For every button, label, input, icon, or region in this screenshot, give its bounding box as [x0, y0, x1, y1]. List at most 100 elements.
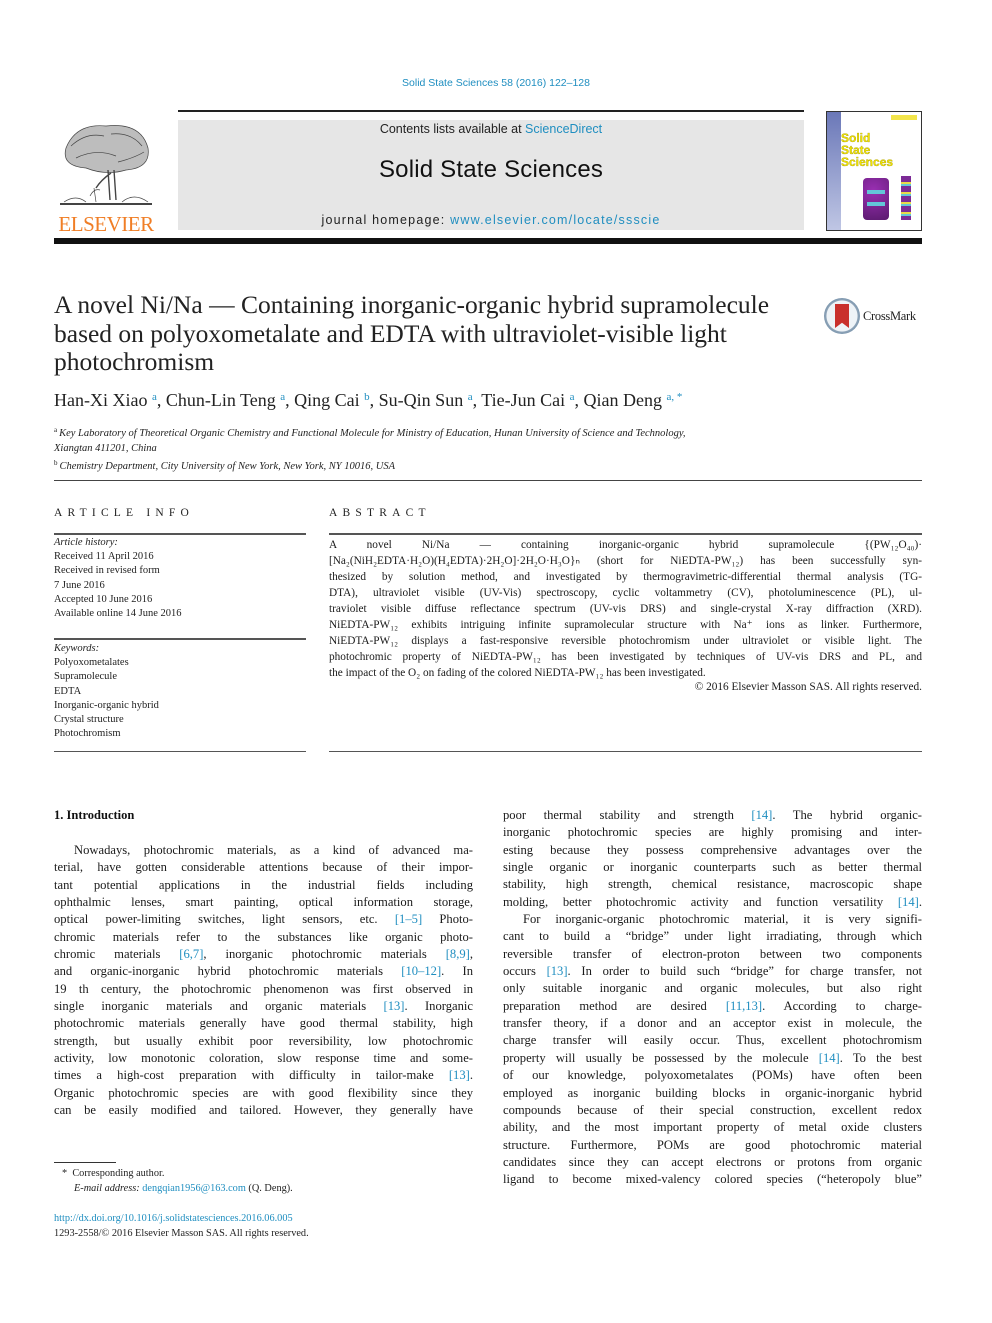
body-text-line: single inorganic materials and organic m…: [54, 999, 473, 1014]
citation-link[interactable]: [8,9]: [446, 947, 470, 961]
cover-title: Solid State Sciences: [841, 132, 893, 168]
author-name[interactable]: Chun-Lin Teng: [166, 390, 276, 410]
email-link[interactable]: dengqian1956@163.com: [142, 1183, 246, 1194]
body-text-line: property will usually be possessed by th…: [503, 1050, 922, 1065]
body-text-line: only suitable inorganic and organic mole…: [503, 981, 922, 996]
body-text-line: terial, have gotten considerable attenti…: [54, 860, 473, 875]
body-text-line: of our knowledge, polyoxometalates (POMs…: [503, 1068, 922, 1083]
affiliation-mark[interactable]: b: [364, 391, 370, 403]
affiliation-mark[interactable]: a: [468, 391, 473, 403]
citation-link[interactable]: [6,7]: [179, 947, 203, 961]
abstract-line: NiEDTA-PW₁₂ displays a fast-responsive r…: [329, 635, 922, 647]
divider: [329, 751, 922, 752]
email-label: E-mail address:: [74, 1183, 140, 1194]
crossmark-button[interactable]: CrossMark: [824, 296, 922, 336]
citation-link[interactable]: [13]: [547, 964, 568, 978]
body-text-line: and organic-inorganic hybrid photochromi…: [54, 964, 473, 979]
author-name[interactable]: Qian Deng: [584, 390, 662, 410]
author-name[interactable]: Tie-Jun Cai: [481, 390, 565, 410]
citation-link[interactable]: [13]: [449, 1068, 470, 1082]
abstract-text: A novel Ni/Na — containing inorganic-org…: [329, 537, 922, 681]
history-item: Received in revised form: [54, 565, 160, 577]
body-text-line: charge transfer will easily occur. Thus,…: [503, 1033, 922, 1048]
body-text-line: times a high-cost preparation with diffi…: [54, 1068, 473, 1083]
body-text-line: inorganic photochromic species are highl…: [503, 825, 922, 840]
body-text-line: activity, low monotonic coloration, slow…: [54, 1051, 473, 1066]
citation-link[interactable]: [14]: [819, 1051, 840, 1065]
body-text-line: structure. Furthermore, POMs are good ph…: [503, 1137, 922, 1152]
affiliation-mark: b: [54, 459, 58, 467]
abstract-heading: ABSTRACT: [329, 507, 431, 519]
affiliation-mark[interactable]: a, *: [667, 391, 683, 403]
body-text-line: photochromic materials generally have go…: [54, 1016, 473, 1031]
keyword-item: EDTA: [54, 685, 82, 697]
citation-link[interactable]: [14]: [751, 808, 772, 822]
citation-link[interactable]: [13]: [384, 999, 405, 1013]
article-history: Article history: Received 11 April 2016 …: [54, 536, 306, 621]
body-text-line: compounds because of their special const…: [503, 1102, 922, 1117]
body-text-line: optical power-limiting switches, light s…: [54, 912, 473, 927]
body-text-line: cant to build a “bridge” under light irr…: [503, 929, 922, 944]
citation-link[interactable]: [1–5]: [395, 912, 422, 926]
affiliation-mark[interactable]: a: [570, 391, 575, 403]
abstract-line: A novel Ni/Na — containing inorganic-org…: [329, 539, 922, 551]
history-item: 7 June 2016: [54, 579, 105, 591]
body-text-line: esting because they possess comprehensiv…: [503, 842, 922, 857]
history-item: Received 11 April 2016: [54, 551, 154, 563]
author-name[interactable]: Su-Qin Sun: [379, 390, 464, 410]
affiliation-mark[interactable]: a: [280, 391, 285, 403]
affiliation-item-cont: Xiangtan 411201, China: [54, 442, 157, 454]
keyword-item: Photochromism: [54, 728, 121, 740]
elsevier-wordmark: ELSEVIER: [58, 212, 154, 236]
author-name[interactable]: Han-Xi Xiao: [54, 390, 147, 410]
author-name[interactable]: Qing Cai: [294, 390, 360, 410]
body-text-line: stability, high strength, chemical resis…: [503, 877, 922, 892]
keywords: Keywords: Polyoxometalates Supramolecule…: [54, 642, 306, 741]
body-column-right: poor thermal stability and strength [14]…: [503, 807, 922, 1189]
body-text-line: employed as inorganic building blocks in…: [503, 1085, 922, 1100]
body-text-line: occurs [13]. In order to build such “bri…: [503, 964, 922, 979]
elsevier-tree-icon: [60, 125, 152, 205]
divider: [329, 533, 922, 535]
crossmark-icon: [824, 298, 860, 334]
keywords-label: Keywords:: [54, 643, 100, 654]
citation-link[interactable]: [14]: [898, 895, 919, 909]
article-info-heading: ARTICLE INFO: [54, 507, 194, 519]
journal-title: Solid State Sciences: [378, 156, 604, 183]
journal-banner: Contents lists available at ScienceDirec…: [178, 120, 804, 230]
citation-link[interactable]: [11,13]: [726, 999, 762, 1013]
affiliation-mark[interactable]: a: [152, 391, 157, 403]
header-thick-rule: [54, 238, 922, 244]
citation-link[interactable]: [10–12]: [401, 964, 441, 978]
contents-prefix: Contents lists available at: [379, 122, 526, 136]
homepage-link[interactable]: www.elsevier.com/locate/ssscie: [450, 213, 660, 227]
journal-reference[interactable]: Solid State Sciences 58 (2016) 122–128: [0, 77, 992, 89]
footnote-text: Corresponding author.: [72, 1168, 165, 1179]
sciencedirect-link[interactable]: ScienceDirect: [525, 122, 602, 136]
homepage-line: journal homepage: www.elsevier.com/locat…: [178, 213, 804, 227]
footnote-mark: *: [62, 1168, 68, 1179]
cover-side-band: [827, 112, 841, 230]
cover-tag: [891, 115, 917, 120]
affiliation-item: a Key Laboratory of Theoretical Organic C…: [54, 423, 914, 442]
body-text-line: single organic or inorganic counterparts…: [503, 860, 922, 875]
body-column-left: Nowadays, photochromic materials, as a k…: [54, 842, 473, 1120]
elsevier-logo[interactable]: ELSEVIER: [54, 118, 158, 236]
affiliation-text: Key Laboratory of Theoretical Organic Ch…: [59, 428, 686, 439]
keyword-item: Crystal structure: [54, 714, 124, 726]
body-text-line: Organic photochromic species are with go…: [54, 1085, 473, 1100]
body-text-line: chromic materials [6,7], inorganic photo…: [54, 947, 474, 962]
body-text-line: tant potential applications in the indus…: [54, 877, 473, 892]
doi-block: http://dx.doi.org/10.1016/j.solidstatesc…: [54, 1211, 309, 1241]
header-top-rule: [178, 110, 804, 112]
doi-link[interactable]: http://dx.doi.org/10.1016/j.solidstatesc…: [54, 1211, 309, 1226]
journal-cover-thumbnail[interactable]: Solid State Sciences: [826, 111, 922, 231]
keyword-item: Supramolecule: [54, 671, 117, 683]
footnote: * Corresponding author. E-mail address: …: [62, 1166, 293, 1196]
keyword-item: Polyoxometalates: [54, 657, 129, 669]
body-text-line: For inorganic-organic photochromic mater…: [523, 912, 922, 927]
body-text-line: ophthalmic lenses, smart painting, optic…: [54, 895, 473, 910]
keyword-item: Inorganic-organic hybrid: [54, 699, 159, 711]
cover-molecule-image: [863, 178, 889, 220]
body-text-line: can be easily modified and tailored. How…: [54, 1103, 473, 1118]
